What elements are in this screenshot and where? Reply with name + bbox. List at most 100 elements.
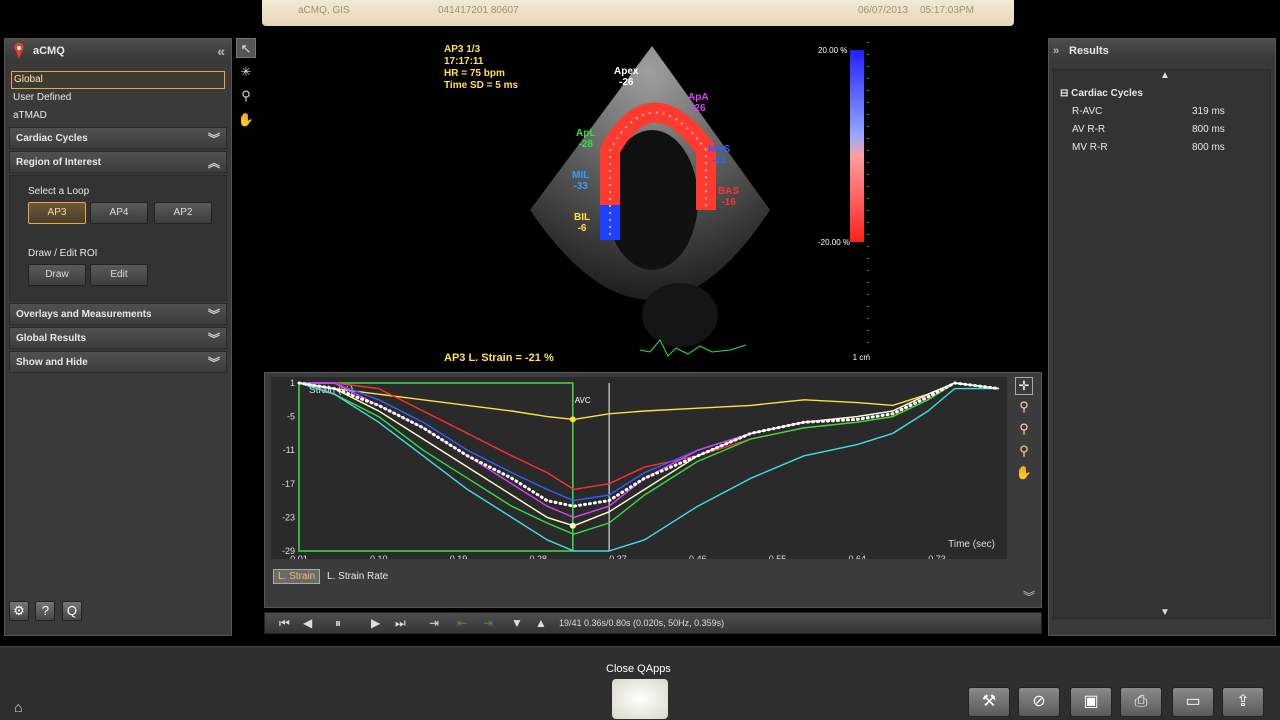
wrench-icon[interactable]: ⚙ <box>9 601 29 621</box>
segment-value: -16 <box>721 197 736 208</box>
y-tick-label: -5 <box>287 412 295 422</box>
tab-l-strain[interactable]: L. Strain <box>273 569 321 584</box>
chevron-down-icon[interactable]: ︾ <box>1023 588 1035 605</box>
section-show-hide[interactable]: Show and Hide ︾ <box>9 351 227 373</box>
home-icon[interactable]: ⌂ <box>14 699 22 715</box>
app-logo-icon <box>14 43 24 59</box>
image-tools: ↖ ✳ ⚲ ✋ <box>236 38 258 134</box>
speed-down-icon[interactable]: ▼ <box>511 616 523 630</box>
result-row: R-AVC 319 ms <box>1072 106 1252 117</box>
prev-frame-icon[interactable]: ◀ <box>303 616 312 630</box>
segment-name: ApL <box>576 128 596 139</box>
echo-image[interactable]: AP3 1/3 17:17:11 HR = 75 bpm Time SD = 5… <box>440 40 880 368</box>
y-tick-label: -23 <box>282 512 295 522</box>
segment-apex: Apex -26 <box>614 66 638 88</box>
scroll-up-icon[interactable]: ▲ <box>1160 70 1170 81</box>
section-overlays[interactable]: Overlays and Measurements ︾ <box>9 303 227 325</box>
mark-end-icon[interactable]: ⇥ <box>483 616 493 630</box>
result-value: 319 ms <box>1192 106 1225 117</box>
help-icon[interactable]: ? <box>35 601 56 621</box>
collapse-left-icon[interactable]: « <box>217 43 225 59</box>
x-tick-label: 0.46 <box>689 554 707 559</box>
loop-ap2-button[interactable]: AP2 <box>154 202 212 224</box>
strain-graph-panel: AVC 1 -5 -11 -17 -23 -29 0.01 0.10 0.19 0.28 0.37 0.… <box>264 372 1042 608</box>
storage-icon[interactable]: ▭ <box>1172 687 1214 717</box>
section-label: Show and Hide <box>16 357 88 368</box>
results-group-cardiac[interactable]: ⊟ Cardiac Cycles <box>1060 88 1143 99</box>
result-value: 800 ms <box>1192 142 1225 153</box>
section-label: Overlays and Measurements <box>16 309 152 320</box>
result-row: MV R-R 800 ms <box>1072 142 1252 153</box>
avc-window <box>298 382 574 552</box>
segment-name: BAS <box>718 186 740 197</box>
export-icon[interactable]: ⇪ <box>1222 687 1264 717</box>
loop-info-line: HR = 75 bpm <box>444 68 505 79</box>
segment-value: -28 <box>578 139 593 150</box>
edit-button[interactable]: Edit <box>90 264 148 286</box>
segment-bil: BIL -6 <box>574 212 590 234</box>
tab-l-strain-rate[interactable]: L. Strain Rate <box>323 570 392 583</box>
atrium-cavity <box>642 283 718 347</box>
scale-min-label: -20.00 % <box>818 238 851 247</box>
tools-icon[interactable]: ⚒ <box>968 687 1010 717</box>
y-tick-label: -17 <box>282 479 295 489</box>
section-global-results[interactable]: Global Results ︾ <box>9 327 227 349</box>
chevron-down-icon: ︾ <box>207 356 220 370</box>
zoom-in-icon[interactable]: ⚲ <box>1015 399 1033 417</box>
patient-name: aCMQ, GIS <box>298 5 350 16</box>
frame-status: 19/41 0.36s/0.80s (0.020s, 50Hz, 0.359s) <box>559 618 725 628</box>
speed-up-icon[interactable]: ▲ <box>535 616 547 630</box>
avc-marker <box>569 522 576 529</box>
x-tick-label: 0.55 <box>769 554 787 559</box>
mark-start-icon[interactable]: ⇤ <box>457 616 467 630</box>
draw-button[interactable]: Draw <box>28 264 86 286</box>
patient-id: 041417201 80607 <box>438 5 519 16</box>
pointer-icon[interactable]: ↖ <box>236 38 256 58</box>
qapps-icon[interactable]: Q <box>61 601 82 621</box>
avc-label: AVC <box>575 396 591 405</box>
section-label: Global Results <box>16 333 87 344</box>
chevron-down-icon: ︾ <box>207 308 220 322</box>
section-cardiac-cycles[interactable]: Cardiac Cycles ︾ <box>9 127 227 149</box>
first-frame-icon[interactable]: ⏮ <box>279 616 290 631</box>
list-item-user-defined[interactable]: User Defined <box>5 89 231 107</box>
print-icon[interactable]: ⎙ <box>1120 687 1162 717</box>
zoom-out-icon[interactable]: ⚲ <box>1015 421 1033 439</box>
list-item-global[interactable]: Global <box>11 71 225 89</box>
graph-tabs: L. Strain L. Strain Rate <box>273 569 392 584</box>
close-qapps-button[interactable] <box>612 679 668 719</box>
panel-tools: ⚙ ? Q <box>9 601 84 621</box>
fit-view-icon[interactable]: ✛ <box>1015 377 1033 395</box>
scroll-down-icon[interactable]: ▼ <box>1160 607 1170 618</box>
last-frame-icon[interactable]: ⏭ <box>395 616 406 631</box>
expand-right-icon[interactable]: » <box>1053 45 1059 57</box>
result-label: R-AVC <box>1072 106 1103 117</box>
scale-max-label: 20.00 % <box>818 46 848 55</box>
cancel-icon[interactable]: ⊘ <box>1018 687 1060 717</box>
loop-ap4-button[interactable]: AP4 <box>90 202 148 224</box>
color-scale-bar <box>850 50 864 242</box>
strain-chart[interactable]: AVC 1 -5 -11 -17 -23 -29 0.01 0.10 0.19 0.28 0.37 0.… <box>271 377 1007 564</box>
loop-ap3-button[interactable]: AP3 <box>28 202 86 224</box>
global-strain-label: AP3 L. Strain = -21 % <box>444 352 554 364</box>
strain-chart-svg: AVC1-5-11-17-23-290.01 0.10 0.19 0.28 0.37 0.… <box>282 378 1001 564</box>
section-region-of-interest[interactable]: Region of Interest ︽ <box>9 151 227 173</box>
patient-info-bar: aCMQ, GIS 041417201 80607 06/07/2013 05:… <box>262 0 1014 26</box>
strain-series-line <box>298 382 999 552</box>
x-axis-label: Time (sec) <box>948 539 995 550</box>
section-label: Region of Interest <box>16 157 102 168</box>
x-tick-label: 0.01 <box>290 554 308 559</box>
chevron-down-icon: ︾ <box>207 132 220 146</box>
pan-hand-icon[interactable]: ✋ <box>236 110 256 130</box>
pause-icon[interactable]: ⏸ <box>335 616 341 631</box>
list-item-atmad[interactable]: aTMAD <box>5 107 231 125</box>
pan-hand-icon[interactable]: ✋ <box>1015 465 1033 483</box>
zoom-reset-icon[interactable]: ⚲ <box>1015 443 1033 461</box>
next-frame-icon[interactable]: ▶ <box>371 616 380 630</box>
layout-icon[interactable]: ▣ <box>1070 687 1112 717</box>
brightness-icon[interactable]: ✳ <box>236 62 256 82</box>
results-body: ▲ ⊟ Cardiac Cycles R-AVC 319 ms AV R-R 8… <box>1053 69 1271 619</box>
step-icon[interactable]: ⇥ <box>429 616 439 630</box>
segment-value: -6 <box>577 223 587 234</box>
zoom-icon[interactable]: ⚲ <box>236 86 256 106</box>
